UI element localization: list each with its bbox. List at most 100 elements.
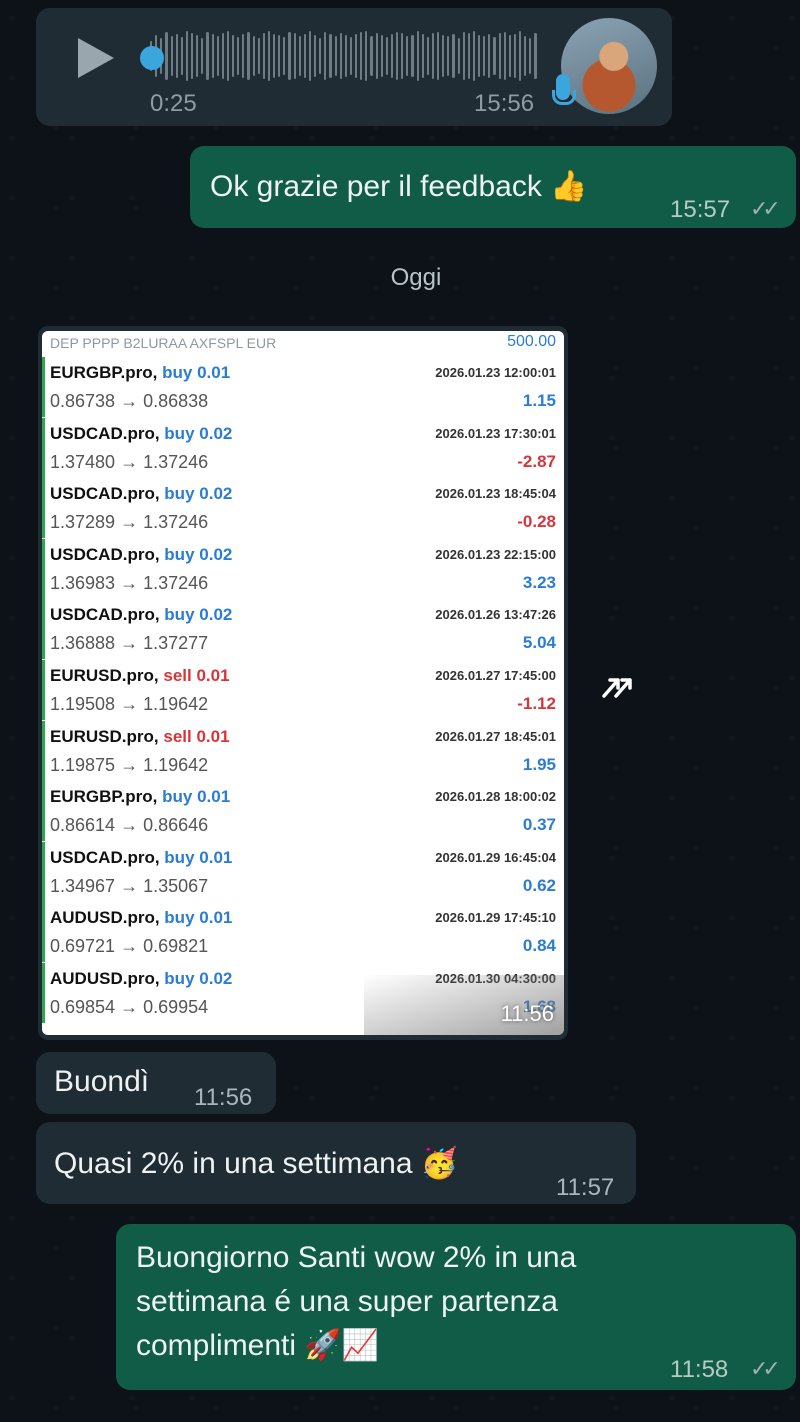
- deposit-value: 500.00: [507, 333, 556, 350]
- trade-row-indicator: [42, 478, 45, 539]
- message-text: Buondì: [54, 1065, 150, 1098]
- waveform-bar: [360, 32, 363, 80]
- waveform-bar: [180, 37, 183, 75]
- waveform-bar: [165, 32, 168, 80]
- message-time: 11:57: [556, 1174, 615, 1201]
- trade-datetime: 2026.01.26 13:47:26: [435, 607, 556, 623]
- trade-row-indicator: [42, 841, 45, 902]
- waveform-bar: [375, 33, 378, 79]
- date-separator: Oggi: [390, 264, 442, 291]
- waveform-bar: [314, 35, 317, 77]
- trade-row[interactable]: EURUSD.pro, sell 0.01 1.19508 → 1.19642 20…: [42, 660, 564, 720]
- waveform-bar: [232, 35, 235, 77]
- trade-row[interactable]: AUDUSD.pro, buy 0.01 0.69721 → 0.69821 202…: [42, 902, 564, 963]
- trade-profit: -1.12: [517, 694, 556, 713]
- symbol-name: EURUSD.pro,: [50, 666, 159, 685]
- waveform-bar: [396, 32, 399, 80]
- waveform-bar: [508, 35, 511, 77]
- trade-row[interactable]: USDCAD.pro, buy 0.02 1.37289 → 1.37246 202…: [42, 478, 564, 539]
- waveform-bar: [339, 33, 342, 79]
- trade-row[interactable]: USDCAD.pro, buy 0.02 1.36983 → 1.37246 202…: [42, 538, 564, 599]
- waveform-bar: [431, 33, 434, 79]
- trade-history-screenshot[interactable]: DEP PPPP B2LURAA AXFSPL EUR 500.00 EURGB…: [42, 331, 564, 1035]
- waveform-bar: [416, 31, 419, 81]
- trade-lot: 0.01: [197, 787, 231, 807]
- waveform-bar: [221, 33, 224, 79]
- symbol-name: USDCAD.pro,: [50, 847, 160, 867]
- trade-row[interactable]: USDCAD.pro, buy 0.02 1.36888 → 1.37277 202…: [42, 599, 564, 660]
- double-check-icon: ✓✓: [750, 196, 781, 221]
- waveform-bar: [483, 36, 486, 76]
- trade-prices: 1.34967 → 1.35067: [50, 875, 209, 896]
- trade-row[interactable]: USDCAD.pro, buy 0.01 1.34967 → 1.35067 202…: [42, 841, 564, 902]
- trade-profit: 5.04: [522, 633, 556, 653]
- trade-prices: 0.86738 → 0.86838: [50, 391, 209, 411]
- waveform-bar: [303, 34, 306, 78]
- message-time: 15:57: [670, 196, 731, 223]
- waveform-bar: [237, 37, 240, 75]
- waveform-bar: [519, 31, 522, 81]
- trade-row-indicator: [42, 902, 45, 963]
- trade-lot: 0.02: [199, 544, 233, 564]
- trade-prices: 1.36888 → 1.37277: [50, 633, 209, 654]
- trade-datetime: 2026.01.29 16:45:04: [435, 849, 556, 865]
- playback-position-handle[interactable]: [140, 46, 164, 70]
- waveform-bar: [324, 32, 327, 80]
- trade-lot: 0.01: [199, 908, 233, 928]
- trade-row-indicator: [42, 599, 45, 660]
- forward-icon[interactable]: [600, 668, 644, 704]
- trade-symbol: EURGBP.pro, buy 0.01: [50, 363, 230, 383]
- voice-waveform[interactable]: [150, 30, 537, 82]
- waveform-bar: [503, 32, 506, 80]
- trade-datetime: 2026.01.27 17:45:00: [435, 668, 556, 683]
- message-line-2: settimana é una super partenza: [136, 1285, 558, 1318]
- waveform-bar: [498, 33, 501, 79]
- message-line-1: Buongiorno Santi wow 2% in una: [136, 1241, 577, 1274]
- waveform-bar: [462, 32, 465, 80]
- waveform-bar: [216, 36, 219, 76]
- message-time: 11:56: [194, 1084, 253, 1111]
- trade-symbol: EURUSD.pro, sell 0.01: [50, 727, 230, 747]
- trade-row[interactable]: EURGBP.pro, buy 0.01 0.86738 → 0.86838 202…: [42, 357, 564, 417]
- trade-profit: -2.87: [517, 451, 556, 471]
- trade-side: buy: [164, 605, 195, 625]
- trade-row[interactable]: USDCAD.pro, buy 0.02 1.37480 → 1.37246 202…: [42, 417, 564, 478]
- waveform-bar: [175, 34, 178, 78]
- screenshot-header: DEP PPPP B2LURAA AXFSPL EUR 500.00: [42, 331, 564, 355]
- waveform-bar: [242, 34, 245, 78]
- symbol-name: EURGBP.pro,: [50, 787, 158, 807]
- waveform-bar: [262, 33, 265, 79]
- waveform-bar: [308, 31, 311, 81]
- trade-symbol: USDCAD.pro, buy 0.02: [50, 605, 232, 625]
- trade-prices: 1.19875 → 1.19642: [50, 754, 209, 775]
- waveform-bar: [365, 31, 368, 81]
- trade-row-indicator: [42, 781, 45, 842]
- trade-side: sell: [163, 726, 192, 746]
- play-icon[interactable]: [78, 38, 114, 78]
- trade-symbol: AUDUSD.pro, buy 0.01: [50, 908, 232, 928]
- trade-symbol: USDCAD.pro, buy 0.02: [50, 484, 232, 504]
- trade-lot: 0.01: [199, 847, 233, 867]
- waveform-bar: [493, 37, 496, 75]
- waveform-bar: [447, 36, 450, 76]
- waveform-bar: [390, 34, 393, 78]
- waveform-bar: [267, 31, 270, 81]
- voice-duration: 0:25: [150, 90, 197, 117]
- trade-side: buy: [164, 847, 195, 867]
- trade-prices: 0.69721 → 0.69821: [50, 936, 209, 957]
- trade-row[interactable]: EURUSD.pro, sell 0.01 1.19875 → 1.19642 20…: [42, 720, 564, 781]
- waveform-bar: [298, 36, 301, 76]
- trade-side: sell: [163, 666, 192, 685]
- trade-row-indicator: [42, 357, 45, 417]
- message-time: 11:58: [670, 1356, 729, 1383]
- trade-row[interactable]: EURGBP.pro, buy 0.01 0.86614 → 0.86646 202…: [42, 781, 564, 842]
- trade-prices: 0.69854 → 0.69954: [50, 997, 209, 1017]
- avatar[interactable]: [561, 18, 657, 114]
- waveform-bar: [488, 34, 491, 78]
- symbol-name: AUDUSD.pro,: [50, 969, 160, 988]
- waveform-bar: [247, 32, 250, 80]
- waveform-bar: [385, 37, 388, 75]
- symbol-name: EURUSD.pro,: [50, 726, 159, 746]
- trade-datetime: 2026.01.29 17:45:10: [435, 910, 556, 926]
- waveform-bar: [329, 34, 332, 78]
